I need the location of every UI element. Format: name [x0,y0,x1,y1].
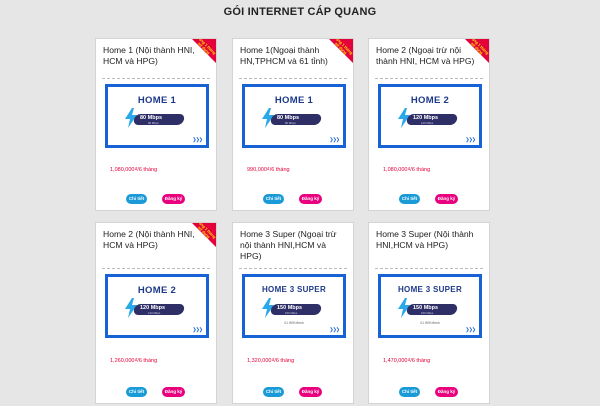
speed-sub-label: 150 Mbps [285,311,298,315]
wifi-mesh-label: 01 Wifi Mesh [420,321,440,325]
page-title: GÓI INTERNET CÁP QUANG [223,6,377,18]
package-card: Home 1 (Nội thành HNI, HCM và HPG) Tặng … [95,38,217,211]
card-title[interactable]: Home 2 (Nội thành HNI, HCM và HPG) [103,229,203,251]
arrows-icon: ❯❯❯ [329,137,340,143]
detail-button[interactable]: Chi tiết [126,387,147,397]
package-card: Home 3 Super (Nội thành HNI,HCM và HPG) … [368,222,490,404]
card-title[interactable]: Home 1(Ngoại thành HN,TPHCM và 61 tỉnh) [240,45,340,67]
divider [102,78,210,79]
card-title[interactable]: Home 3 Super (Ngoại trừ nội thành HNI,HC… [240,229,340,262]
price: 1,320,000₫/6 tháng [247,358,295,364]
arrows-icon: ❯❯❯ [465,137,476,143]
banner-name: HOME 3 SUPER [261,285,327,294]
package-card: Home 1(Ngoại thành HN,TPHCM và 61 tỉnh) … [232,38,354,211]
package-banner[interactable]: HOME 1 80 Mbps 80 Mbps ❯❯❯ [242,84,346,148]
register-button[interactable]: Đăng ký [162,194,185,204]
detail-button[interactable]: Chi tiết [126,194,147,204]
banner-name: HOME 1 [274,95,314,106]
promo-ribbon: Tặng 1 tháng sử dụng [465,39,489,63]
price: 990,000₫/6 tháng [247,167,290,173]
promo-ribbon: Tặng 1 tháng sử dụng [329,39,353,63]
register-button[interactable]: Đăng ký [435,387,458,397]
arrows-icon: ❯❯❯ [329,327,340,333]
divider [102,268,210,269]
promo-ribbon: Tặng 1 tháng sử dụng [192,223,216,247]
card-title[interactable]: Home 1 (Nội thành HNI, HCM và HPG) [103,45,203,67]
price: 1,080,000₫/6 tháng [383,167,431,173]
register-button[interactable]: Đăng ký [435,194,458,204]
detail-button[interactable]: Chi tiết [263,387,284,397]
package-card: Home 2 (Ngoại trừ nội thành HNI, HCM và … [368,38,490,211]
divider [239,268,347,269]
wifi-mesh-label: 01 Wifi Mesh [284,321,304,325]
package-banner[interactable]: HOME 2 120 Mbps 120 Mbps ❯❯❯ [378,84,482,148]
price: 1,080,000₫/6 tháng [110,167,158,173]
package-banner[interactable]: HOME 3 SUPER 150 Mbps 150 Mbps 01 Wifi M… [242,274,346,338]
speed-sub-label: 150 Mbps [421,311,434,315]
package-card: Home 3 Super (Ngoại trừ nội thành HNI,HC… [232,222,354,404]
divider [239,78,347,79]
package-card: Home 2 (Nội thành HNI, HCM và HPG) Tặng … [95,222,217,404]
speed-sub-label: 120 Mbps [148,311,161,315]
card-title[interactable]: Home 3 Super (Nội thành HNI,HCM và HPG) [376,229,476,251]
card-title[interactable]: Home 2 (Ngoại trừ nội thành HNI, HCM và … [376,45,476,67]
divider [375,78,483,79]
price: 1,470,000₫/6 tháng [383,358,431,364]
price: 1,260,000₫/6 tháng [110,358,158,364]
banner-name: HOME 2 [410,95,450,106]
divider [375,268,483,269]
package-banner[interactable]: HOME 3 SUPER 150 Mbps 150 Mbps 01 Wifi M… [378,274,482,338]
detail-button[interactable]: Chi tiết [399,194,420,204]
speed-sub-label: 80 Mbps [148,121,159,125]
detail-button[interactable]: Chi tiết [263,194,284,204]
banner-name: HOME 3 SUPER [397,285,463,294]
banner-name: HOME 1 [137,95,177,106]
banner-name: HOME 2 [137,285,177,296]
promo-ribbon: Tặng 1 tháng sử dụng [192,39,216,63]
register-button[interactable]: Đăng ký [162,387,185,397]
package-banner[interactable]: HOME 2 120 Mbps 120 Mbps ❯❯❯ [105,274,209,338]
arrows-icon: ❯❯❯ [465,327,476,333]
register-button[interactable]: Đăng ký [299,194,322,204]
arrows-icon: ❯❯❯ [192,327,203,333]
detail-button[interactable]: Chi tiết [399,387,420,397]
speed-sub-label: 80 Mbps [285,121,296,125]
speed-sub-label: 120 Mbps [421,121,434,125]
register-button[interactable]: Đăng ký [299,387,322,397]
package-banner[interactable]: HOME 1 80 Mbps 80 Mbps ❯❯❯ [105,84,209,148]
arrows-icon: ❯❯❯ [192,137,203,143]
